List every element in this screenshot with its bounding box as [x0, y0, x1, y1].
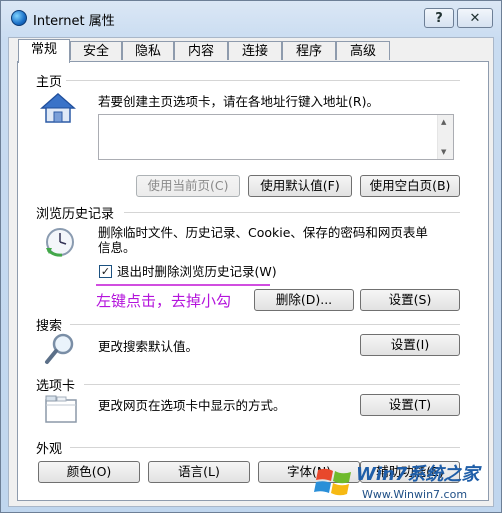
tabs-settings-button[interactable]: 设置(T): [360, 394, 460, 416]
use-current-button[interactable]: 使用当前页(C): [136, 175, 240, 197]
tab-programs[interactable]: 程序: [282, 41, 336, 60]
tab-connections[interactable]: 连接: [228, 41, 282, 60]
homepage-divider: [66, 80, 460, 81]
watermark-brand: Win7系统之家: [356, 464, 480, 485]
history-divider: [124, 212, 460, 213]
tabbed-window-icon: [45, 395, 77, 423]
tab-content[interactable]: 内容: [174, 41, 228, 60]
watermark-url: Www.Winwin7.com: [362, 488, 468, 501]
house-icon: [40, 93, 76, 123]
title-bar[interactable]: Internet 属性 ? ✕: [1, 1, 501, 35]
delete-history-on-exit-label[interactable]: 退出时删除浏览历史记录(W): [117, 264, 277, 279]
history-settings-button[interactable]: 设置(S): [360, 289, 460, 311]
appearance-divider: [70, 447, 460, 448]
tab-advanced[interactable]: 高级: [336, 41, 390, 60]
tab-privacy[interactable]: 隐私: [122, 41, 174, 60]
annotation-text: 左键点击，去掉小勾: [96, 292, 232, 310]
use-default-button[interactable]: 使用默认值(F): [248, 175, 352, 197]
magnifier-icon: [45, 333, 74, 364]
history-description-line1: 删除临时文件、历史记录、Cookie、保存的密码和网页表单: [98, 225, 428, 240]
delete-history-button[interactable]: 删除(D)...: [254, 289, 354, 311]
windows-logo-icon: [314, 468, 351, 496]
search-description: 更改搜索默认值。: [98, 339, 199, 354]
tab-general[interactable]: 常规: [18, 39, 70, 63]
help-button[interactable]: ?: [424, 8, 454, 28]
homepage-description: 若要创建主页选项卡，请在各地址行键入地址(R)。: [98, 94, 379, 109]
history-description-line2: 信息。: [98, 240, 136, 255]
annotation-underline: [96, 284, 270, 286]
colors-button[interactable]: 颜色(O): [38, 461, 140, 483]
search-divider: [70, 324, 460, 325]
close-button[interactable]: ✕: [457, 8, 493, 28]
tab-security[interactable]: 安全: [70, 41, 122, 60]
use-blank-button[interactable]: 使用空白页(B): [360, 175, 460, 197]
scroll-down-arrow-icon[interactable]: ▼: [441, 148, 446, 156]
ie-globe-icon: [11, 10, 27, 26]
window-title: Internet 属性: [33, 14, 115, 29]
search-settings-button[interactable]: 设置(I): [360, 334, 460, 356]
homepage-url-input[interactable]: ▲ ▼: [98, 114, 454, 160]
homepage-section-title: 主页: [36, 75, 63, 90]
tabs-description: 更改网页在选项卡中显示的方式。: [98, 398, 286, 413]
delete-history-on-exit-checkbox[interactable]: ✓: [99, 265, 112, 278]
url-scrollbar[interactable]: ▲ ▼: [437, 115, 453, 159]
languages-button[interactable]: 语言(L): [148, 461, 250, 483]
tabs-divider: [84, 384, 460, 385]
scroll-up-arrow-icon[interactable]: ▲: [441, 118, 446, 126]
site-watermark: Win7系统之家 Www.Winwin7.com: [314, 458, 500, 512]
history-clock-icon: [46, 228, 74, 257]
history-section-title: 浏览历史记录: [36, 207, 115, 222]
tabs-section-title: 选项卡: [36, 379, 76, 394]
appearance-section-title: 外观: [36, 442, 63, 457]
